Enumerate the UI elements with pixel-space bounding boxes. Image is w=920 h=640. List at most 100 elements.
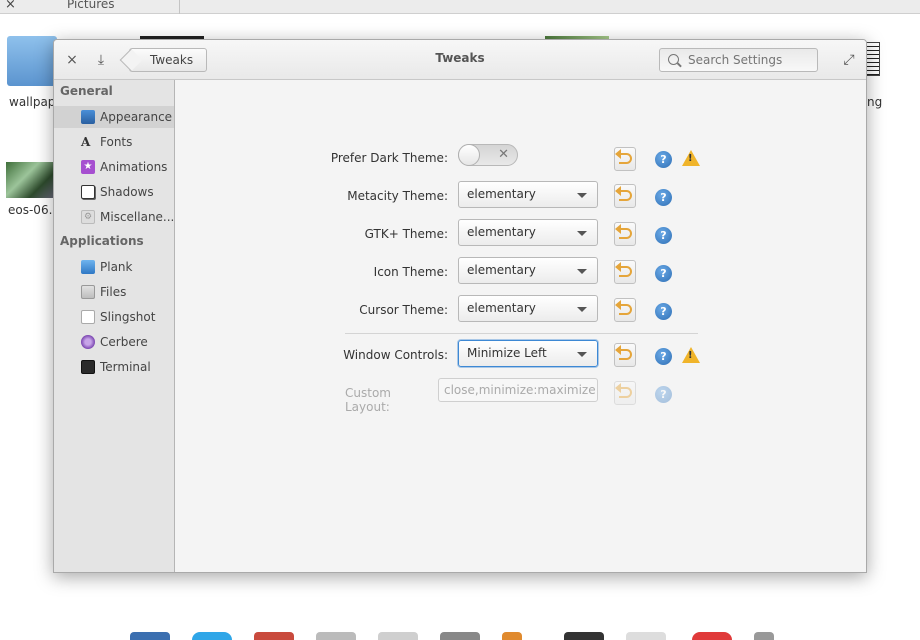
- dock-item[interactable]: [192, 632, 232, 640]
- reset-button-prefer-dark[interactable]: [614, 147, 636, 171]
- custom-layout-field[interactable]: [438, 378, 598, 402]
- sidebar-item-miscellaneous[interactable]: ⚙ Miscellane...: [54, 206, 174, 228]
- help-icon[interactable]: ?: [655, 227, 672, 244]
- sidebar-item-label: Fonts: [100, 135, 133, 149]
- sidebar-item-terminal[interactable]: Terminal: [54, 356, 174, 378]
- cursor-theme-label: Cursor Theme:: [359, 303, 448, 317]
- sidebar-item-cerbere[interactable]: Cerbere: [54, 331, 174, 353]
- sidebar-item-label: Slingshot: [100, 310, 156, 324]
- gtk-theme-select[interactable]: elementary: [458, 219, 598, 246]
- dock-item[interactable]: [564, 632, 604, 640]
- cursor-theme-value: elementary: [467, 301, 536, 315]
- dock: [120, 632, 800, 640]
- maximize-icon[interactable]: ⤢: [839, 50, 859, 70]
- background-tab[interactable]: Pictures: [0, 0, 180, 14]
- search-icon: [668, 54, 679, 65]
- undo-icon: [615, 224, 632, 239]
- sidebar: General Appearance A Fonts ★ Animations …: [54, 80, 175, 572]
- undo-icon: [615, 262, 632, 277]
- dock-item[interactable]: [754, 632, 774, 640]
- background-notebook-icon[interactable]: [866, 42, 880, 76]
- fonts-icon: A: [81, 135, 91, 149]
- sidebar-item-shadows[interactable]: Shadows: [54, 181, 174, 203]
- sidebar-item-files[interactable]: Files: [54, 281, 174, 303]
- slingshot-icon: [81, 310, 95, 324]
- background-image-thumbnail[interactable]: [6, 162, 54, 198]
- chevron-down-icon: [577, 193, 587, 198]
- help-icon[interactable]: ?: [655, 151, 672, 168]
- terminal-icon: [81, 360, 95, 374]
- reset-button-metacity[interactable]: [614, 184, 636, 208]
- sidebar-heading-applications: Applications: [60, 234, 144, 248]
- dock-item[interactable]: [502, 632, 522, 640]
- warning-mark: !: [688, 350, 693, 361]
- sidebar-item-animations[interactable]: ★ Animations: [54, 156, 174, 178]
- gtk-theme-value: elementary: [467, 225, 536, 239]
- settings-panel: Prefer Dark Theme: ✕ ? ! Metacity Theme:…: [176, 80, 866, 572]
- help-icon[interactable]: ?: [655, 189, 672, 206]
- background-tab-label: Pictures: [67, 0, 115, 11]
- undo-icon: [615, 383, 632, 398]
- dock-item[interactable]: [254, 632, 294, 640]
- metacity-theme-select[interactable]: elementary: [458, 181, 598, 208]
- undo-icon: [615, 186, 632, 201]
- sidebar-item-label: Files: [100, 285, 127, 299]
- reset-button-icon[interactable]: [614, 260, 636, 284]
- sidebar-item-fonts[interactable]: A Fonts: [54, 131, 174, 153]
- dock-item[interactable]: [378, 632, 418, 640]
- metacity-theme-value: elementary: [467, 187, 536, 201]
- misc-icon: ⚙: [81, 210, 95, 224]
- reset-button-cursor[interactable]: [614, 298, 636, 322]
- sidebar-item-label: Animations: [100, 160, 168, 174]
- sidebar-item-slingshot[interactable]: Slingshot: [54, 306, 174, 328]
- window-controls-select[interactable]: Minimize Left: [458, 340, 598, 367]
- help-icon[interactable]: ?: [655, 348, 672, 365]
- search-input[interactable]: [688, 52, 813, 68]
- animations-icon: ★: [81, 160, 95, 174]
- gtk-theme-label: GTK+ Theme:: [364, 227, 448, 241]
- sidebar-item-label: Cerbere: [100, 335, 148, 349]
- cursor-theme-select[interactable]: elementary: [458, 295, 598, 322]
- reset-button-custom-layout[interactable]: [614, 381, 636, 405]
- background-folder-icon[interactable]: [7, 36, 57, 86]
- tweaks-window: × ⤓ Tweaks Tweaks ⤢ General Appearance A…: [53, 39, 867, 573]
- prefer-dark-switch[interactable]: ✕: [458, 144, 518, 166]
- reset-button-gtk[interactable]: [614, 222, 636, 246]
- sidebar-item-appearance[interactable]: Appearance: [54, 106, 174, 128]
- appearance-icon: [81, 110, 95, 124]
- sidebar-item-label: Appearance: [100, 110, 173, 124]
- dock-item[interactable]: [316, 632, 356, 640]
- background-file-label[interactable]: ng: [867, 95, 882, 109]
- window-controls-label: Window Controls:: [343, 348, 448, 362]
- icon-theme-label: Icon Theme:: [373, 265, 448, 279]
- metacity-theme-label: Metacity Theme:: [347, 189, 448, 203]
- sidebar-item-plank[interactable]: Plank: [54, 256, 174, 278]
- sidebar-heading-general: General: [60, 84, 113, 98]
- undo-icon: [615, 149, 632, 164]
- switch-knob: [458, 144, 480, 166]
- sidebar-item-label: Plank: [100, 260, 133, 274]
- warning-icon[interactable]: !: [682, 347, 700, 363]
- files-icon: [81, 285, 95, 299]
- prefer-dark-label: Prefer Dark Theme:: [330, 151, 448, 165]
- help-icon[interactable]: ?: [655, 303, 672, 320]
- window-controls-value: Minimize Left: [467, 346, 547, 360]
- undo-icon: [615, 300, 632, 315]
- sidebar-item-label: Terminal: [100, 360, 151, 374]
- warning-mark: !: [688, 153, 693, 164]
- sidebar-item-label: Miscellane...: [100, 210, 175, 224]
- plank-icon: [81, 260, 95, 274]
- help-icon[interactable]: ?: [655, 386, 672, 403]
- divider: [345, 333, 698, 334]
- chevron-down-icon: [577, 352, 587, 357]
- search-box[interactable]: [659, 48, 818, 72]
- chevron-down-icon: [577, 307, 587, 312]
- warning-icon[interactable]: !: [682, 150, 700, 166]
- help-icon[interactable]: ?: [655, 265, 672, 282]
- dock-item[interactable]: [626, 632, 666, 640]
- reset-button-window-controls[interactable]: [614, 343, 636, 367]
- icon-theme-select[interactable]: elementary: [458, 257, 598, 284]
- dock-item[interactable]: [692, 632, 732, 640]
- dock-item[interactable]: [130, 632, 170, 640]
- dock-item[interactable]: [440, 632, 480, 640]
